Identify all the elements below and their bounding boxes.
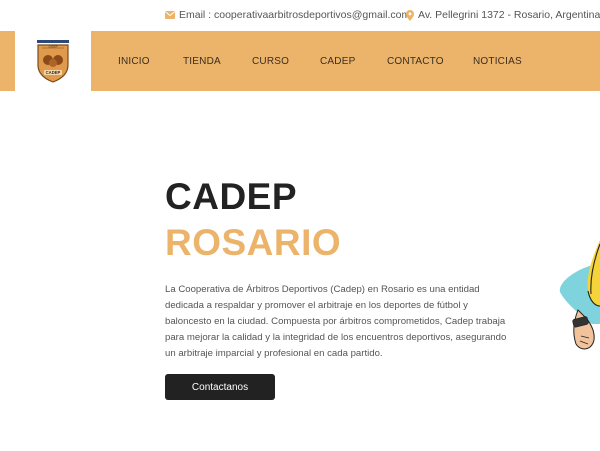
nav-item-inicio[interactable]: INICIO xyxy=(118,56,150,67)
nav-item-noticias[interactable]: NOTICIAS xyxy=(473,56,522,67)
main-navbar: CADEP CADEP INICIO TIENDA CURSO CADEP CO… xyxy=(0,31,600,91)
nav-item-cadep[interactable]: CADEP xyxy=(320,56,355,67)
nav-item-tienda[interactable]: TIENDA xyxy=(183,56,221,67)
location-pin-icon xyxy=(406,9,414,21)
email-contact[interactable]: Email : cooperativaarbitrosdeportivos@gm… xyxy=(165,9,410,21)
referee-illustration xyxy=(559,240,600,350)
address-text: Av. Pellegrini 1372 - Rosario, Argentina xyxy=(418,9,600,21)
top-info-bar: Email : cooperativaarbitrosdeportivos@gm… xyxy=(0,0,600,31)
hero-title-line1: CADEP xyxy=(165,176,298,217)
nav-item-curso[interactable]: CURSO xyxy=(252,56,289,67)
address-contact: Av. Pellegrini 1372 - Rosario, Argentina xyxy=(406,9,600,21)
logo-link[interactable]: CADEP CADEP xyxy=(15,31,91,91)
hero-title-line2: ROSARIO xyxy=(165,222,342,263)
logo-arc-text: CADEP xyxy=(49,45,58,49)
hero-description: La Cooperativa de Árbitros Deportivos (C… xyxy=(165,284,507,359)
nav-item-contacto[interactable]: CONTACTO xyxy=(387,56,444,67)
cadep-shield-logo: CADEP CADEP xyxy=(37,40,69,83)
envelope-icon xyxy=(165,11,175,19)
email-text: Email : cooperativaarbitrosdeportivos@gm… xyxy=(179,9,411,21)
contact-button[interactable]: Contactanos xyxy=(165,374,275,400)
logo-label: CADEP xyxy=(46,70,61,75)
